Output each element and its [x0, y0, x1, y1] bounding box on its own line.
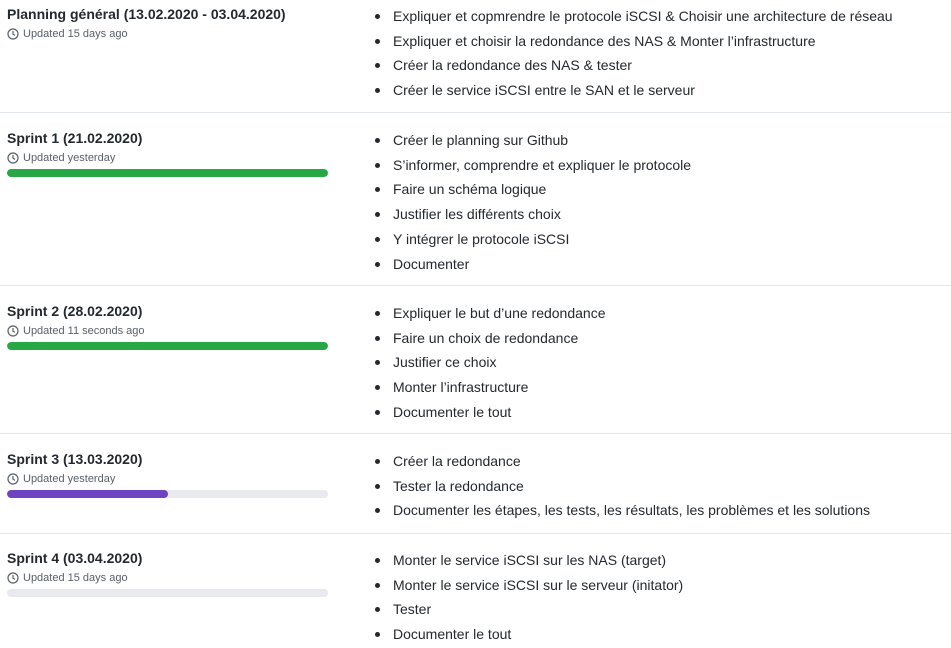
- progress-fill: [7, 490, 168, 498]
- bullet-icon: [375, 14, 380, 19]
- list-item: S’informer, comprendre et expliquer le p…: [374, 153, 691, 178]
- task-list: Créer la redondance Tester la redondance…: [374, 449, 870, 523]
- milestone-sprint-1: Sprint 1 (21.02.2020) Updated yesterday …: [0, 124, 951, 286]
- progress-bar: [7, 169, 328, 177]
- bullet-icon: [375, 236, 380, 242]
- bullet-icon: [375, 607, 380, 613]
- clock-icon: [7, 473, 19, 485]
- bullet-icon: [375, 558, 380, 563]
- milestone-updated: Updated 15 days ago: [7, 572, 128, 584]
- list-item: Créer la redondance des NAS & tester: [374, 53, 893, 78]
- bullet-icon: [375, 385, 380, 391]
- list-item: Faire un choix de redondance: [374, 326, 606, 351]
- progress-bar: [7, 342, 328, 350]
- clock-icon: [7, 152, 19, 164]
- list-item: Tester la redondance: [374, 474, 870, 499]
- list-item: Monter le service iSCSI sur les NAS (tar…: [374, 548, 683, 573]
- list-item: Monter l’infrastructure: [374, 375, 606, 400]
- milestone-title[interactable]: Sprint 3 (13.03.2020): [7, 451, 142, 467]
- updated-text: Updated yesterday: [23, 473, 116, 485]
- list-item: Expliquer et choisir la redondance des N…: [374, 29, 893, 54]
- task-list: Expliquer le but d’une redondance Faire …: [374, 301, 606, 425]
- bullet-icon: [375, 38, 380, 44]
- task-list: Monter le service iSCSI sur les NAS (tar…: [374, 548, 683, 647]
- progress-fill: [7, 342, 328, 350]
- bullet-icon: [375, 483, 380, 489]
- list-item: Tester: [374, 597, 683, 622]
- list-item: Documenter le tout: [374, 622, 683, 647]
- list-item: Créer le service iSCSI entre le SAN et l…: [374, 78, 893, 103]
- bullet-icon: [375, 88, 380, 94]
- progress-fill: [7, 169, 328, 177]
- milestone-title[interactable]: Planning général (13.02.2020 - 03.04.202…: [7, 6, 286, 22]
- milestone-title[interactable]: Sprint 4 (03.04.2020): [7, 550, 142, 566]
- list-item: Y intégrer le protocole iSCSI: [374, 227, 691, 252]
- list-item: Documenter les étapes, les tests, les ré…: [374, 498, 870, 523]
- bullet-icon: [375, 162, 380, 168]
- list-item: Monter le service iSCSI sur le serveur (…: [374, 573, 683, 598]
- bullet-icon: [375, 63, 380, 69]
- milestone-updated: Updated yesterday: [7, 473, 115, 485]
- milestone-updated: Updated yesterday: [7, 152, 115, 164]
- list-item: Documenter le tout: [374, 400, 606, 425]
- bullet-icon: [375, 582, 380, 588]
- milestone-sprint-2: Sprint 2 (28.02.2020) Updated 11 seconds…: [0, 297, 951, 434]
- bullet-icon: [375, 409, 380, 415]
- bullet-icon: [375, 508, 380, 514]
- list-item: Créer le planning sur Github: [374, 128, 691, 153]
- list-item: Justifier ce choix: [374, 350, 606, 375]
- list-item: Faire un schéma logique: [374, 177, 691, 202]
- updated-text: Updated yesterday: [23, 152, 116, 164]
- clock-icon: [7, 325, 19, 337]
- updated-text: Updated 15 days ago: [23, 572, 128, 584]
- bullet-icon: [375, 459, 380, 464]
- milestone-title[interactable]: Sprint 2 (28.02.2020): [7, 303, 142, 319]
- milestone-sprint-3: Sprint 3 (13.03.2020) Updated yesterday …: [0, 445, 951, 534]
- list-item: Expliquer et copmrendre le protocole iSC…: [374, 4, 893, 29]
- milestone-planning-general: Planning général (13.02.2020 - 03.04.202…: [0, 0, 951, 113]
- bullet-icon: [375, 138, 380, 143]
- milestone-title[interactable]: Sprint 1 (21.02.2020): [7, 130, 142, 146]
- milestone-updated: Updated 15 days ago: [7, 28, 128, 40]
- milestone-updated: Updated 11 seconds ago: [7, 325, 145, 337]
- list-item: Expliquer le but d’une redondance: [374, 301, 606, 326]
- bullet-icon: [375, 212, 380, 218]
- bullet-icon: [375, 335, 380, 341]
- bullet-icon: [375, 187, 380, 193]
- bullet-icon: [375, 632, 380, 638]
- milestone-sprint-4: Sprint 4 (03.04.2020) Updated 15 days ag…: [0, 544, 951, 648]
- task-list: Expliquer et copmrendre le protocole iSC…: [374, 4, 893, 103]
- list-item: Créer la redondance: [374, 449, 870, 474]
- clock-icon: [7, 28, 19, 40]
- updated-text: Updated 15 days ago: [23, 28, 128, 40]
- list-item: Documenter: [374, 252, 691, 277]
- progress-bar: [7, 589, 328, 597]
- bullet-icon: [375, 360, 380, 366]
- list-item: Justifier les différents choix: [374, 202, 691, 227]
- bullet-icon: [375, 261, 380, 267]
- bullet-icon: [375, 311, 380, 316]
- progress-bar: [7, 490, 328, 498]
- updated-text: Updated 11 seconds ago: [23, 325, 145, 337]
- clock-icon: [7, 572, 19, 584]
- task-list: Créer le planning sur Github S’informer,…: [374, 128, 691, 276]
